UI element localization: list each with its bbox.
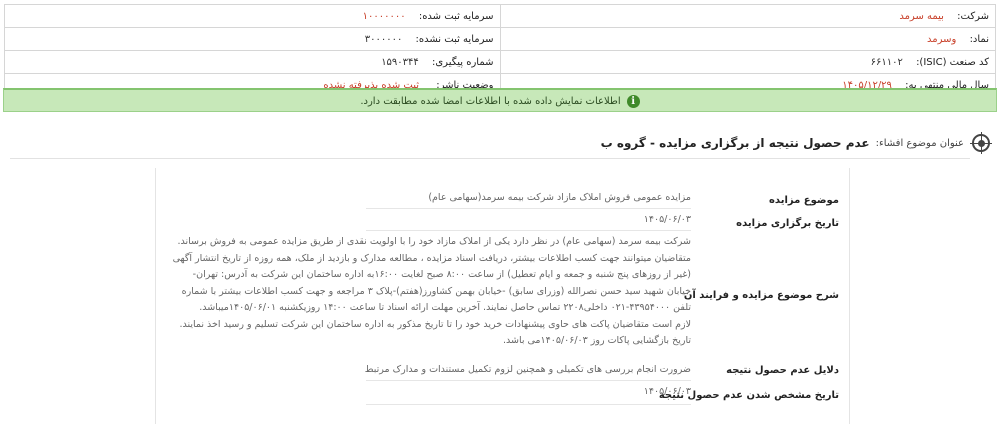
info-row: نماد: وسرمد سرمایه ثبت نشده: ۳۰۰۰۰۰۰	[4, 27, 996, 51]
row-underline	[366, 380, 691, 381]
description-line: (غیر از روزهای پنج شنبه و جمعه و ایام تع…	[192, 269, 691, 280]
disclosure-subject-label: عنوان موضوع افشاء:	[875, 137, 964, 149]
disclosure-subject-title: عدم حصول نتیجه از برگزاری مزایده - گروه …	[600, 136, 870, 150]
info-icon: i	[626, 94, 640, 108]
company-info-table: شرکت: بیمه سرمد سرمایه ثبت شده: ۱۰۰۰۰۰۰۰…	[4, 4, 996, 97]
target-icon	[970, 132, 992, 154]
symbol-value[interactable]: وسرمد	[927, 34, 956, 45]
symbol-label: نماد:	[969, 33, 989, 45]
failure-date-value: ۱۴۰۵/۰۶/۰۳	[643, 386, 691, 397]
info-row: شرکت: بیمه سرمد سرمایه ثبت شده: ۱۰۰۰۰۰۰۰	[4, 4, 996, 28]
description-line: تاریخ بازگشایی پاکات روز ۱۴۰۵/۰۶/۰۳می با…	[502, 335, 691, 346]
description-line: شرکت بیمه سرمد (سهامی عام) در نظر دارد ی…	[177, 236, 691, 247]
description-line: تلفن ۴۳۹۵۴۰۰۰-۰۲۱ داخلی۲۲۰۸ تماس حاصل نم…	[199, 302, 691, 313]
description-line: لازم است متقاضیان پاکت های حاوی پیشنهادا…	[179, 318, 691, 330]
auction-details-panel: موضوع مزایده مزایده عمومی فروش املاک ماز…	[155, 168, 850, 424]
auction-subject-label: موضوع مزایده	[769, 195, 839, 206]
unregistered-capital-label: سرمایه ثبت نشده:	[415, 33, 494, 45]
failure-reasons-value: ضرورت انجام بررسی های تکمیلی و همچنین لز…	[364, 364, 691, 375]
registered-capital-label: سرمایه ثبت شده:	[418, 10, 494, 22]
section-divider	[10, 158, 970, 159]
company-label: شرکت:	[957, 10, 989, 22]
isic-cell: کد صنعت (ISIC): ۶۶۱۱۰۲	[499, 50, 996, 74]
auction-date-value: ۱۴۰۵/۰۶/۰۳	[643, 214, 691, 225]
registered-capital-value: ۱۰۰۰۰۰۰۰	[362, 10, 406, 22]
description-line: خیابان شهید سید حسن نصرالله (وزرای سابق)…	[181, 285, 691, 297]
auction-date-label: تاریخ برگزاری مزایده	[736, 218, 839, 229]
unregistered-capital-value: ۳۰۰۰۰۰۰	[364, 33, 403, 45]
row-underline	[366, 208, 691, 209]
isic-label: کد صنعت (ISIC):	[916, 56, 989, 68]
unregistered-capital-cell: سرمایه ثبت نشده: ۳۰۰۰۰۰۰	[4, 27, 501, 51]
disclosure-subject-header: عنوان موضوع افشاء: عدم حصول نتیجه از برگ…	[10, 130, 992, 156]
auction-description-text: شرکت بیمه سرمد (سهامی عام) در نظر دارد ی…	[173, 234, 691, 350]
row-underline	[366, 404, 691, 405]
tracking-label: شماره پیگیری:	[431, 56, 494, 68]
alert-text: اطلاعات نمایش داده شده با اطلاعات امضا ش…	[360, 95, 621, 107]
symbol-cell: نماد: وسرمد	[499, 27, 996, 51]
description-line: متقاضیان میتوانند جهت کسب اطلاعات بیشتر،…	[172, 252, 691, 264]
auction-subject-value: مزایده عمومی فروش املاک مازاد شرکت بیمه …	[428, 192, 691, 203]
tracking-value: ۱۵۹۰۳۴۴	[381, 56, 419, 68]
auction-description-label: شرح موضوع مزایده و فرایند آن	[683, 290, 839, 301]
registered-capital-cell: سرمایه ثبت شده: ۱۰۰۰۰۰۰۰	[4, 4, 501, 28]
info-row: کد صنعت (ISIC): ۶۶۱۱۰۲ شماره پیگیری: ۱۵۹…	[4, 50, 996, 74]
tracking-cell: شماره پیگیری: ۱۵۹۰۳۴۴	[4, 50, 501, 74]
company-cell: شرکت: بیمه سرمد	[499, 4, 996, 28]
company-value[interactable]: بیمه سرمد	[899, 11, 944, 22]
signature-match-alert: i اطلاعات نمایش داده شده با اطلاعات امضا…	[3, 88, 997, 112]
isic-value: ۶۶۱۱۰۲	[870, 56, 903, 68]
failure-reasons-label: دلایل عدم حصول نتیجه	[726, 365, 839, 376]
row-underline	[366, 230, 691, 231]
